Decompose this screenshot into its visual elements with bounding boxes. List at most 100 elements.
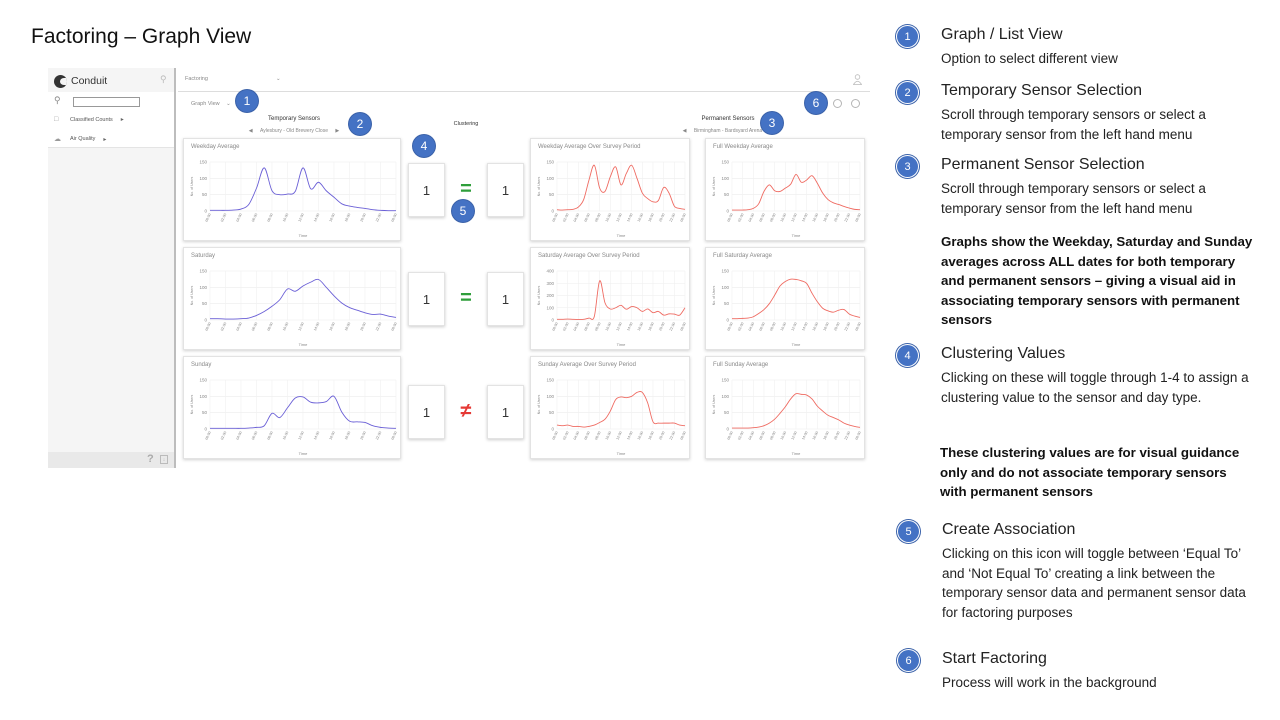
x-axis-label: Time — [792, 233, 802, 238]
x-tick-label: 04:00 — [235, 322, 242, 332]
x-tick-label: 14:00 — [313, 213, 320, 223]
next-arrow-icon[interactable]: ▶ — [335, 128, 339, 134]
clustering-note: These clustering values are for visual g… — [940, 445, 1240, 499]
annotation-description: Scroll through temporary sensors or sele… — [941, 107, 1206, 142]
annotation-number: 3 — [897, 156, 918, 177]
badge-5: 5 — [452, 200, 474, 222]
y-tick-label: 100 — [721, 394, 729, 399]
clustering-value-permanent[interactable]: 1 — [487, 272, 524, 326]
line-chart: No. of Users15010050000:00 02:00 04:00 06:0… — [537, 160, 687, 239]
x-tick-label: 00:00 — [390, 213, 397, 223]
search-input[interactable] — [73, 97, 140, 107]
x-tick-label: 00:00 — [551, 431, 558, 441]
pin-icon[interactable]: ⚲ — [160, 74, 167, 85]
view-select-value: Graph View — [191, 101, 220, 107]
y-tick-label: 300 — [546, 281, 554, 286]
user-icon[interactable] — [853, 74, 862, 85]
perm2-chart-card: Full Weekday Average No. of Users 150 100 50… — [705, 138, 865, 241]
badge-4: 4 — [413, 135, 435, 157]
y-tick-label: 150 — [199, 160, 207, 165]
annotation-description: Process will work in the background — [942, 675, 1157, 690]
y-axis-label: No. of Users — [190, 395, 194, 415]
y-tick-label: 100 — [546, 176, 554, 181]
annotation-title: Graph / List View — [941, 26, 1063, 43]
y-tick-label: 0 — [726, 318, 729, 323]
x-tick-label: 04:00 — [235, 431, 242, 441]
folder-icon: □ — [54, 116, 59, 123]
line-chart: No. of Users15010050000:00 02:00 04:00 06:0… — [190, 378, 398, 457]
annotation-number: 5 — [898, 521, 919, 542]
y-tick-label: 50 — [724, 410, 730, 415]
annotation-number: 6 — [898, 650, 919, 671]
y-tick-label: 100 — [546, 305, 554, 310]
x-tick-label: 18:00 — [647, 431, 654, 441]
y-tick-label: 50 — [549, 410, 555, 415]
x-axis-label: Time — [617, 233, 627, 238]
x-tick-label: 00:00 — [679, 322, 686, 332]
x-tick-label: 16:00 — [328, 431, 335, 441]
clustering-value-permanent[interactable]: 1 — [487, 385, 524, 439]
sidebar-item-air-quality[interactable]: ☁ Air Quality ▸ — [54, 135, 106, 143]
x-tick-label: 02:00 — [737, 431, 744, 441]
annotation-description: Option to select different view — [941, 51, 1118, 66]
x-tick-label: 04:00 — [748, 213, 755, 223]
not-equal-association-toggle[interactable]: ≠ — [457, 400, 475, 423]
sidebar: Conduit ⚲ ⚲ □ Classified Counts ▸ ☁ Air … — [48, 68, 176, 468]
y-tick-label: 100 — [199, 285, 207, 290]
x-tick-label: 20:00 — [833, 213, 840, 223]
prev-arrow-icon[interactable]: ◀ — [683, 128, 687, 134]
x-tick-label: 06:00 — [758, 213, 765, 223]
start-factoring-icon[interactable] — [833, 99, 842, 108]
exit-icon[interactable]: ↓ — [160, 455, 168, 464]
line-chart: No. of Users15010050000:00 02:00 04:00 06:0… — [537, 378, 687, 457]
x-tick-label: 12:00 — [790, 213, 797, 223]
clustering-value-permanent[interactable]: 1 — [487, 163, 524, 217]
x-tick-label: 04:00 — [235, 213, 242, 223]
x-tick-label: 06:00 — [251, 322, 258, 332]
y-tick-label: 100 — [721, 176, 729, 181]
y-tick-label: 100 — [721, 285, 729, 290]
x-tick-label: 10:00 — [282, 431, 289, 441]
app-logo-text: Conduit — [71, 75, 108, 87]
y-tick-label: 50 — [724, 301, 730, 306]
x-tick-label: 22:00 — [375, 322, 382, 332]
y-axis-label: No. of Users — [537, 286, 541, 306]
x-tick-label: 02:00 — [220, 431, 227, 441]
sidebar-item-classified-counts[interactable]: □ Classified Counts ▸ — [54, 116, 124, 123]
conduit-logo-icon — [54, 74, 67, 88]
x-tick-label: 10:00 — [605, 213, 612, 223]
x-tick-label: 02:00 — [220, 213, 227, 223]
sidebar-item-label: Classified Counts — [70, 116, 113, 123]
perm2-chart-card: Full Sunday Average No. of Users 150 100 50 0… — [705, 356, 865, 459]
y-axis-label: No. of Users — [712, 286, 716, 306]
equal-association-toggle[interactable]: = — [457, 287, 475, 310]
x-axis-label: Time — [299, 233, 309, 238]
x-tick-label: 14:00 — [626, 213, 633, 223]
x-tick-label: 00:00 — [204, 322, 211, 332]
annotation-title: Start Factoring — [942, 650, 1047, 667]
chevron-down-icon: ⌄ — [276, 76, 281, 82]
clustering-value-temporary[interactable]: 1 — [408, 385, 445, 439]
line-chart: No. of Users15010050000:00 02:00 04:00 06:0… — [712, 160, 862, 239]
module-select[interactable]: Factoring ⌄ — [185, 76, 281, 82]
x-tick-label: 02:00 — [562, 431, 569, 441]
y-tick-label: 150 — [721, 269, 729, 274]
globe-icon[interactable] — [851, 99, 860, 108]
x-tick-label: 00:00 — [551, 213, 558, 223]
annotation-description: Clicking on these will toggle through 1-… — [941, 370, 1249, 405]
x-tick-label: 02:00 — [562, 322, 569, 332]
prev-arrow-icon[interactable]: ◀ — [249, 128, 253, 134]
help-icon[interactable]: ? — [147, 453, 154, 465]
clustering-value-temporary[interactable]: 1 — [408, 272, 445, 326]
x-tick-label: 00:00 — [726, 431, 733, 441]
equal-association-toggle[interactable]: = — [457, 178, 475, 201]
header-actions — [833, 99, 860, 108]
y-tick-label: 100 — [199, 176, 207, 181]
x-tick-label: 14:00 — [626, 431, 633, 441]
clustering-value-temporary[interactable]: 1 — [408, 163, 445, 217]
temp-chart-card: Saturday No. of Users 150 100 50 0 00:00 02:00 0… — [183, 247, 401, 350]
x-axis-label: Time — [792, 342, 802, 347]
annotation-description: Clicking on this icon will toggle betwee… — [942, 546, 1246, 620]
view-select[interactable]: Graph View ⌄ — [191, 101, 231, 107]
y-tick-label: 150 — [546, 378, 554, 383]
